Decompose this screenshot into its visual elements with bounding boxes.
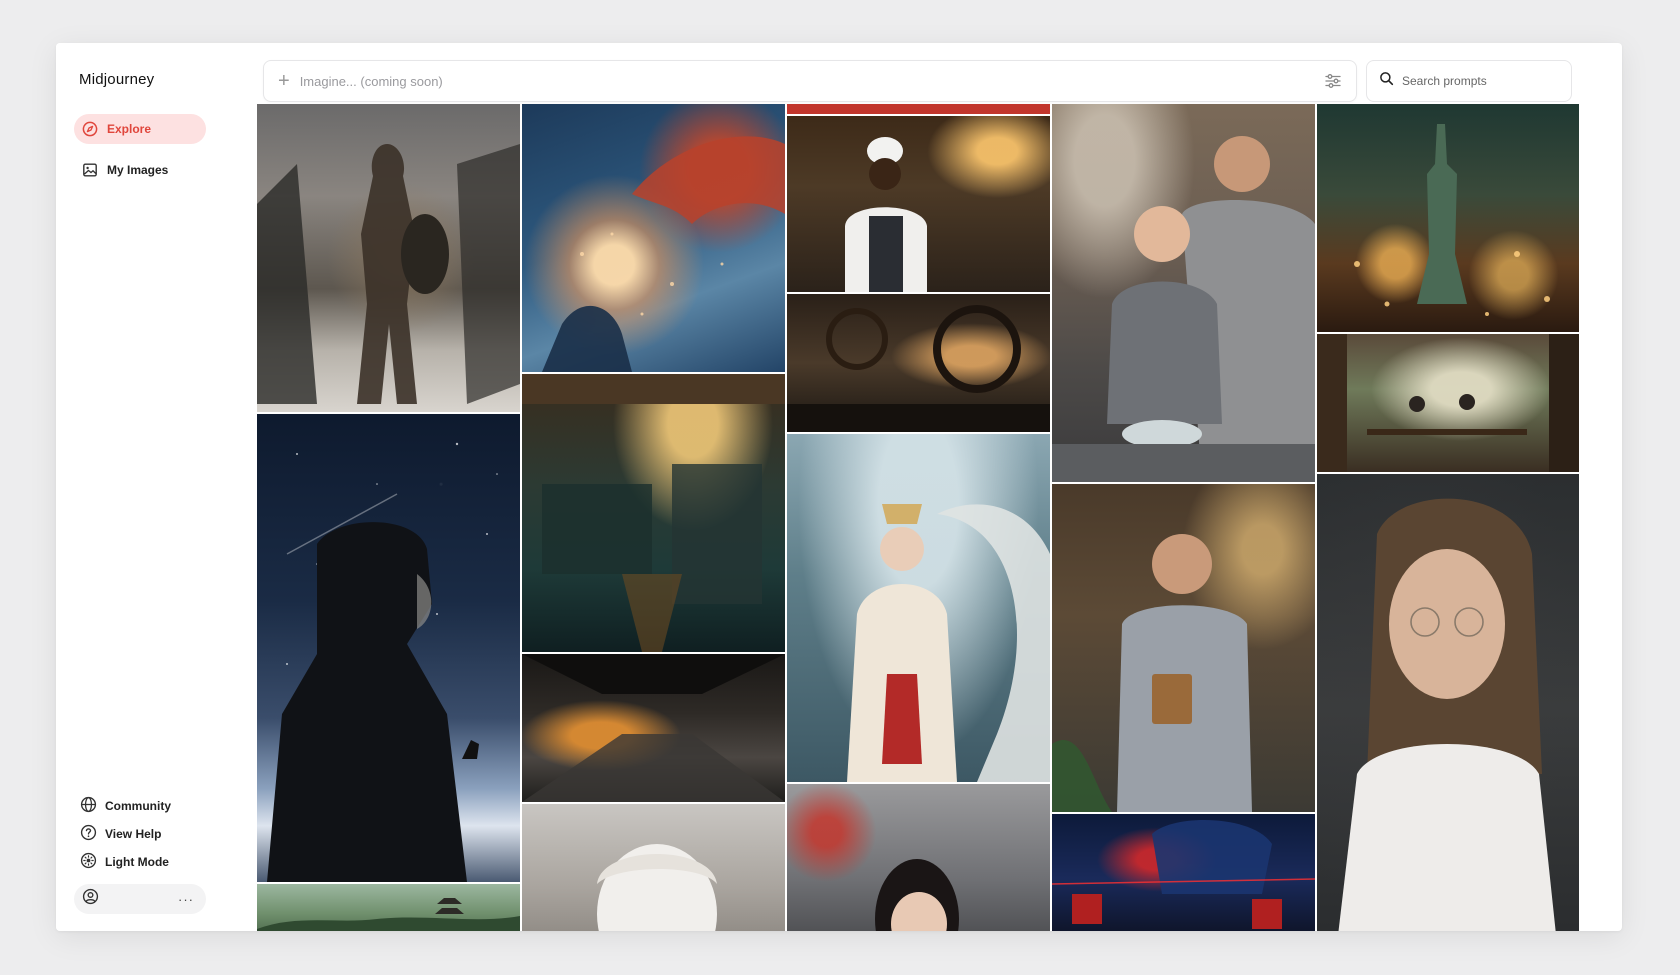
gallery-image[interactable] (787, 104, 1050, 114)
interior-shape (522, 374, 785, 652)
account-menu[interactable]: ··· (74, 884, 206, 914)
chef-shape (845, 137, 927, 292)
app-window: Midjourney Explore My Images Community V… (56, 43, 1622, 931)
man-silhouette (267, 442, 498, 882)
liberty-shape (1354, 124, 1550, 316)
sliders-icon[interactable] (1324, 72, 1342, 90)
imagine-bar: + (263, 60, 1357, 102)
woman-shape (875, 859, 959, 931)
sidebar-item-label: Explore (107, 122, 152, 136)
sidebar-item-explore[interactable]: Explore (74, 114, 206, 144)
gallery-image[interactable] (522, 804, 785, 931)
sidebar: Midjourney Explore My Images Community V… (56, 43, 256, 931)
sidebar-item-community[interactable]: Community (80, 795, 171, 817)
image-icon (82, 162, 98, 178)
gallery-image[interactable] (787, 784, 1050, 931)
gallery-image[interactable] (787, 116, 1050, 292)
warrior-silhouette (257, 144, 520, 404)
globe-icon (80, 796, 97, 816)
gallery-image[interactable] (1317, 334, 1579, 472)
gallery-image[interactable] (787, 434, 1050, 782)
gallery-image[interactable] (787, 294, 1050, 432)
plus-icon[interactable]: + (278, 71, 290, 91)
search-icon (1379, 71, 1394, 91)
princess-shape (847, 504, 1050, 782)
user-circle-icon (82, 888, 99, 910)
sun-icon (80, 852, 97, 872)
gallery-image[interactable] (522, 104, 785, 372)
gallery-image[interactable] (1052, 814, 1315, 931)
sidebar-item-label: Community (105, 799, 171, 813)
compass-icon (82, 121, 98, 137)
gallery-image[interactable] (1317, 474, 1579, 931)
search-input[interactable] (1402, 74, 1559, 88)
corridor-shape (522, 654, 785, 802)
imagine-input[interactable] (299, 73, 1324, 89)
sidebar-item-view-help[interactable]: View Help (80, 823, 161, 845)
cafe-shape (1317, 334, 1579, 472)
dragon-shape (542, 136, 785, 372)
gallery-image[interactable] (1052, 484, 1315, 812)
sidebar-item-label: Light Mode (105, 855, 169, 869)
help-circle-icon (80, 824, 97, 844)
gallery-image[interactable] (1052, 104, 1315, 482)
man-book-shape (1052, 534, 1252, 812)
father-son-shape (1052, 136, 1315, 482)
sidebar-item-my-images[interactable]: My Images (74, 155, 206, 185)
gears-shape (787, 305, 1050, 432)
pagoda-silhouette (257, 898, 520, 931)
search-box (1366, 60, 1572, 102)
woman-glasses-shape (1338, 498, 1556, 931)
app-logo[interactable]: Midjourney (79, 71, 154, 88)
more-options-icon[interactable]: ··· (178, 892, 194, 907)
scientist-shape (1052, 820, 1315, 929)
sidebar-item-light-mode[interactable]: Light Mode (80, 851, 169, 873)
gallery-image[interactable] (522, 374, 785, 652)
gallery-image[interactable] (257, 104, 520, 412)
image-gallery (257, 104, 1579, 931)
sidebar-item-label: My Images (107, 163, 169, 177)
sidebar-item-label: View Help (105, 827, 162, 841)
gallery-image[interactable] (257, 884, 520, 931)
gallery-image[interactable] (1317, 104, 1579, 332)
sculpture-shape (597, 844, 717, 931)
gallery-image[interactable] (257, 414, 520, 882)
gallery-image[interactable] (522, 654, 785, 802)
